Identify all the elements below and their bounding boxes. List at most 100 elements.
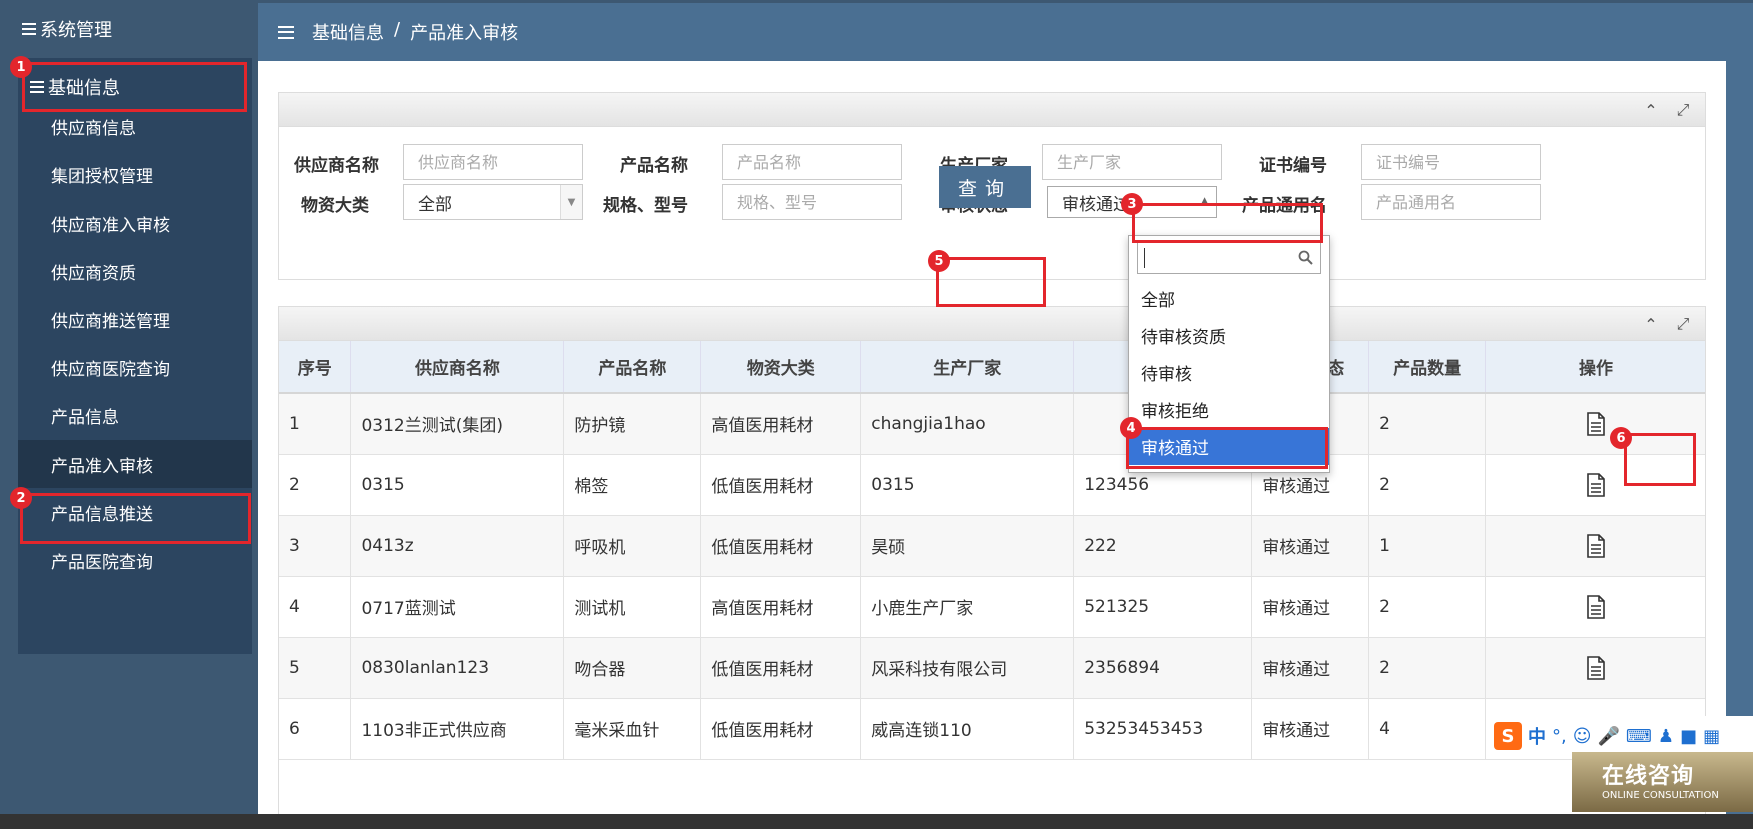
table-cell: 2 (1368, 454, 1487, 516)
table-cell: 2 (1368, 393, 1487, 455)
sidebar-item-supplier-info[interactable]: 供应商信息 (18, 102, 252, 150)
table-cell: 呼吸机 (563, 515, 702, 577)
collapse-icon[interactable]: ⌃ (1637, 96, 1665, 124)
table-cell: 小鹿生产厂家 (860, 576, 1075, 638)
product-name-input[interactable] (722, 144, 902, 180)
document-icon[interactable] (1586, 655, 1606, 680)
generic-name-input[interactable] (1361, 184, 1541, 220)
sidebar-item-supplier-hospital[interactable]: 供应商医院查询 (18, 343, 252, 391)
filter-panel-header: ⌃ ⤢ (279, 93, 1705, 127)
table-cell: 低值医用耗材 (700, 698, 862, 760)
sidebar-item-supplier-push[interactable]: 供应商推送管理 (18, 295, 252, 343)
category-select[interactable]: 全部 ▼ (403, 184, 583, 220)
dropdown-search-input[interactable] (1137, 242, 1321, 274)
table-cell: 1 (279, 393, 352, 455)
document-icon[interactable] (1586, 533, 1606, 558)
dropdown-option[interactable]: 全部 (1129, 280, 1329, 317)
sidebar-group-label: 基础信息 (48, 78, 120, 99)
microphone-icon[interactable]: 🎤 (1598, 726, 1620, 747)
online-consultation-button[interactable]: 在线咨询 ONLINE CONSULTATION (1572, 752, 1753, 812)
punctuation-icon[interactable]: °, (1552, 726, 1567, 747)
col-header[interactable]: 物资大类 (700, 341, 862, 394)
sidebar-item-product-hospital[interactable]: 产品医院查询 (18, 536, 252, 584)
menu-icon (22, 23, 36, 35)
step-badge: 2 (10, 487, 32, 509)
spec-model-input[interactable] (722, 184, 902, 220)
sidebar-item-supplier-qualification[interactable]: 供应商资质 (18, 247, 252, 295)
grid-icon[interactable]: ▦ (1703, 726, 1720, 747)
table-cell: 棉签 (563, 454, 702, 516)
dropdown-option-selected[interactable]: 审核通过 (1129, 428, 1329, 465)
sidebar-item-supplier-audit[interactable]: 供应商准入审核 (18, 199, 252, 247)
manufacturer-input[interactable] (1042, 144, 1222, 180)
ime-language[interactable]: 中 (1528, 723, 1546, 749)
results-table: 序号 供应商名称 产品名称 物资大类 生产厂家 证书编号 审核状态 产品数量 操… (279, 341, 1705, 760)
table-cell: 风采科技有限公司 (860, 637, 1075, 699)
step-badge: 3 (1121, 193, 1143, 215)
col-header[interactable]: 供应商名称 (350, 341, 565, 394)
table-cell: 审核通过 (1251, 576, 1370, 638)
collapse-icon[interactable]: ⌃ (1637, 310, 1665, 338)
user-icon[interactable]: ♟ (1658, 726, 1674, 747)
system-menu-header[interactable]: 系统管理 (22, 16, 112, 42)
sidebar-item-product-push[interactable]: 产品信息推送 (18, 488, 252, 536)
sidebar-item-group-auth[interactable]: 集团授权管理 (18, 150, 252, 198)
table-cell: 高值医用耗材 (700, 576, 862, 638)
query-button[interactable]: 查询 (939, 166, 1031, 208)
sidebar-item-label: 产品医院查询 (51, 552, 153, 573)
document-icon[interactable] (1586, 472, 1606, 497)
dropdown-option[interactable]: 审核拒绝 (1129, 391, 1329, 428)
search-icon (1298, 250, 1313, 265)
sidebar-item-label: 集团授权管理 (51, 166, 153, 187)
col-header[interactable]: 生产厂家 (860, 341, 1075, 394)
certificate-number-input[interactable] (1361, 144, 1541, 180)
expand-icon[interactable]: ⤢ (1669, 310, 1697, 338)
table-cell: 5 (279, 637, 352, 699)
audit-status-select-value: 审核通过 (1062, 194, 1130, 215)
document-icon[interactable] (1586, 411, 1606, 436)
expand-icon[interactable]: ⤢ (1669, 96, 1697, 124)
table-cell: 吻合器 (563, 637, 702, 699)
document-icon[interactable] (1586, 594, 1606, 619)
table-row: 4 0717蓝测试 测试机 高值医用耗材 小鹿生产厂家 521325 审核通过 2 (279, 576, 1705, 638)
hamburger-icon[interactable] (278, 25, 294, 39)
table-cell-actions (1485, 637, 1705, 699)
table-cell: changjia1hao (860, 393, 1075, 455)
list-icon (30, 81, 44, 93)
step-badge: 5 (928, 250, 950, 272)
dropdown-option[interactable]: 待审核 (1129, 354, 1329, 391)
table-cell: 高值医用耗材 (700, 393, 862, 455)
table-cell: 6 (279, 698, 352, 760)
consult-title: 在线咨询 (1602, 764, 1695, 789)
table-cell: 1 (1368, 515, 1487, 577)
ime-logo[interactable]: S (1494, 722, 1522, 750)
table-cell: 0312兰测试(集团) (350, 393, 565, 455)
supplier-name-input[interactable] (403, 144, 583, 180)
table-cell: 0413z (350, 515, 565, 577)
table-cell: 0315 (860, 454, 1075, 516)
chevron-up-icon: ▲ (1201, 196, 1208, 206)
table-cell: 3 (279, 515, 352, 577)
keyboard-icon[interactable]: ⌨ (1626, 726, 1652, 747)
dropdown-option[interactable]: 待审核资质 (1129, 317, 1329, 354)
breadcrumb-parent[interactable]: 基础信息 (312, 19, 384, 45)
col-header[interactable]: 产品数量 (1368, 341, 1487, 394)
table-cell: 53253453453 (1073, 698, 1253, 760)
chevron-down-icon: ▼ (560, 185, 582, 219)
table-cell-actions (1485, 454, 1705, 516)
sidebar-item-label: 供应商推送管理 (51, 311, 170, 332)
sidebar-item-label: 供应商准入审核 (51, 215, 170, 236)
breadcrumb: 基础信息 / 产品准入审核 (312, 19, 518, 45)
breadcrumb-current: 产品准入审核 (410, 23, 519, 44)
col-header[interactable]: 产品名称 (563, 341, 702, 394)
sidebar-item-product-info[interactable]: 产品信息 (18, 391, 252, 439)
table-cell: 毫米采血针 (563, 698, 702, 760)
emoji-icon[interactable]: ☺ (1573, 726, 1592, 747)
table-cell: 0830lanlan123 (350, 637, 565, 699)
table-cell-actions (1485, 515, 1705, 577)
top-bar: 基础信息 / 产品准入审核 (258, 3, 1726, 61)
col-header[interactable]: 序号 (279, 341, 352, 394)
skin-icon[interactable]: ■ (1680, 726, 1697, 747)
sidebar-item-product-audit[interactable]: 产品准入审核 (18, 440, 252, 488)
table-cell: 2 (1368, 576, 1487, 638)
